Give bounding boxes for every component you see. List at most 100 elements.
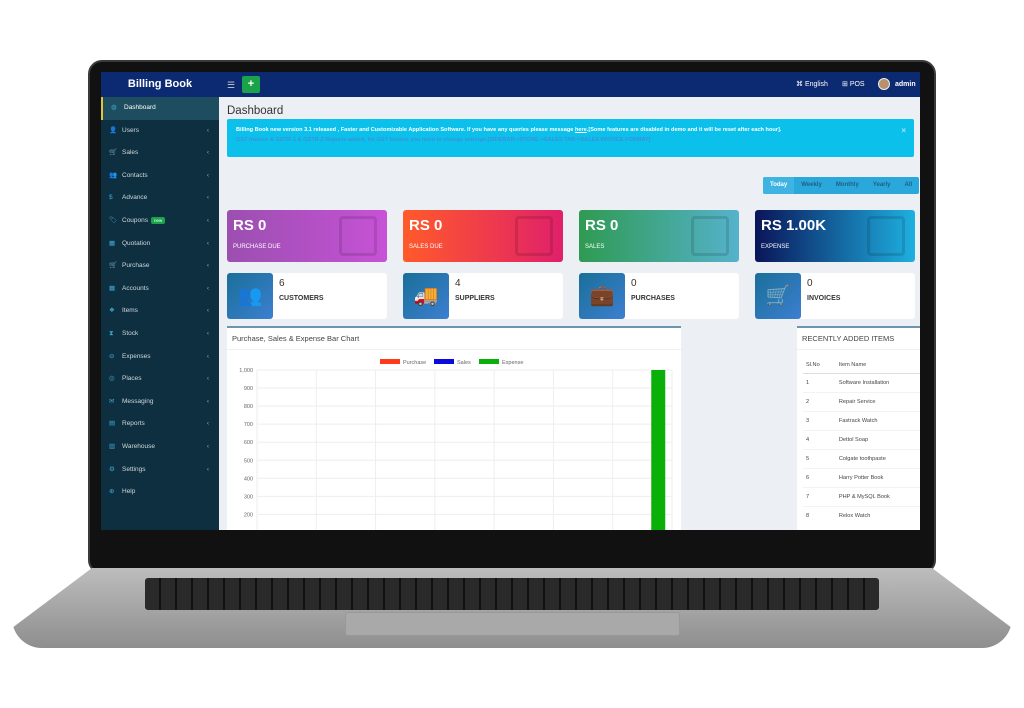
sidebar-item-coupons[interactable]: 🏷 Coupons new ‹ — [101, 210, 219, 233]
building-icon: ▥ — [109, 442, 116, 450]
table-cell: Fastrack Watch — [835, 411, 920, 431]
close-icon[interactable]: × — [901, 126, 906, 135]
stat-card-sales[interactable]: RS 0 SALES — [579, 210, 739, 262]
chevron-left-icon: ‹ — [206, 329, 209, 337]
legend-swatch-expense — [479, 359, 499, 364]
sidebar-item-reports[interactable]: ▤ Reports ‹ — [101, 413, 219, 436]
info-label: PURCHASES — [631, 295, 675, 302]
stat-card-purchase-due[interactable]: RS 0 PURCHASE DUE — [227, 210, 387, 262]
legend-label: Expense — [502, 360, 523, 366]
sidebar-item-accounts[interactable]: ▦ Accounts ‹ — [101, 278, 219, 301]
sidebar-item-contacts[interactable]: 👥 Contacts ‹ — [101, 165, 219, 188]
column-header: Item Name — [835, 357, 920, 374]
info-box-purchases[interactable]: 💼 0 PURCHASES — [579, 273, 739, 319]
sidebar-item-purchase[interactable]: 🛒 Purchase ‹ — [101, 255, 219, 278]
alert-text-gst: GST Invoice & GSTR-1 & GSTR-2 Reports ad… — [236, 137, 651, 143]
sidebar-item-items[interactable]: ❖ Items ‹ — [101, 300, 219, 323]
stat-value: RS 1.00K — [761, 217, 827, 234]
chevron-left-icon: ‹ — [206, 216, 209, 224]
sidebar-item-label: Help — [122, 488, 136, 496]
table-cell: 5 — [803, 449, 836, 469]
user-menu[interactable]: admin — [878, 72, 916, 97]
dollar-icon: $ — [109, 194, 113, 202]
table-row: 4Dettol SoapRs 22.00 — [803, 430, 920, 450]
stat-value: RS 0 — [409, 217, 443, 234]
y-tick-label: 300 — [244, 494, 253, 500]
column-header: Sl.No — [803, 357, 836, 374]
sidebar-item-expenses[interactable]: ⊖ Expenses ‹ — [101, 346, 219, 369]
sidebar-item-label: Users — [122, 126, 139, 134]
stat-card-expense[interactable]: RS 1.00K EXPENSE — [755, 210, 915, 262]
sidebar-item-settings[interactable]: ⚙ Settings ‹ — [101, 459, 219, 482]
tab-weekly[interactable]: Weekly — [794, 177, 829, 194]
sidebar-item-stock[interactable]: ⧗ Stock ‹ — [101, 323, 219, 346]
sidebar-item-places[interactable]: ◎ Places ‹ — [101, 368, 219, 391]
info-box-invoices[interactable]: 🛒 0 INVOICES — [755, 273, 915, 319]
stat-card-sales-due[interactable]: RS 0 SALES DUE — [403, 210, 563, 262]
sidebar-item-help[interactable]: ⊕ Help — [101, 481, 219, 504]
table-row: 7PHP & MySQL BookRs 1,980.00 — [803, 487, 920, 507]
table-row: 8Relox WatchRs 27,500.00 — [803, 506, 920, 526]
sidebar-item-label: Sales — [122, 149, 139, 157]
envelope-icon: ✉ — [109, 397, 115, 405]
bars-icon[interactable]: ☰ — [227, 80, 235, 91]
y-tick-label: 800 — [244, 404, 253, 410]
info-label: CUSTOMERS — [279, 295, 324, 302]
sidebar-item-users[interactable]: 👤 Users ‹ — [101, 120, 219, 143]
bar-expense — [651, 370, 666, 530]
info-box-suppliers[interactable]: 🚚 4 SUPPLIERS — [403, 273, 563, 319]
sidebar-item-label: Contacts — [122, 171, 148, 179]
table-cell: 1 — [803, 373, 836, 393]
avatar — [878, 78, 890, 91]
tab-yearly[interactable]: Yearly — [866, 177, 898, 194]
table-cell: 6 — [803, 468, 836, 488]
cubes-icon: ❖ — [109, 307, 115, 315]
legend-swatch-purchase — [380, 359, 400, 364]
info-box-customers[interactable]: 👥 6 CUSTOMERS — [227, 273, 387, 319]
y-tick-label: 200 — [244, 512, 253, 518]
recent-items-title: RECENTLY ADDED ITEMS — [797, 328, 920, 350]
table-row: 5Colgate toothpasteRs 110.00 — [803, 449, 920, 469]
add-button[interactable]: + — [242, 76, 260, 93]
pos-button[interactable]: ⊞ POS — [842, 72, 865, 97]
stat-value: RS 0 — [233, 217, 267, 234]
brand-logo[interactable]: Billing Book — [101, 72, 219, 97]
sidebar-item-label: Purchase — [122, 262, 150, 270]
info-label: INVOICES — [807, 295, 841, 302]
hourglass-icon: ⧗ — [109, 329, 114, 337]
y-tick-label: 600 — [244, 440, 253, 446]
sidebar-item-label: Reports — [122, 420, 145, 428]
table-cell: 4 — [803, 430, 836, 450]
language-label: English — [804, 81, 828, 88]
sidebar-item-messaging[interactable]: ✉ Messaging ‹ — [101, 391, 219, 414]
sidebar-item-label: Expenses — [122, 352, 151, 360]
table-icon: ▦ — [109, 284, 116, 292]
period-tabs: Today Weekly Monthly Yearly All — [763, 177, 920, 194]
users-icon: 👥 — [109, 171, 118, 179]
sidebar-item-warehouse[interactable]: ▥ Warehouse ‹ — [101, 436, 219, 459]
table-row: 1Software InstallationRs 600.00 — [803, 373, 920, 393]
tab-all[interactable]: All — [898, 177, 920, 194]
sidebar-item-sales[interactable]: 🛒 Sales ‹ — [101, 142, 219, 165]
screen: Billing Book ☰ + ⌘ English ⊞ POS admin ◍… — [101, 72, 920, 530]
sidebar-item-advance[interactable]: $ Advance ‹ — [101, 187, 219, 210]
plus-square-icon: ⊞ — [842, 81, 850, 88]
sidebar-item-label: Accounts — [122, 284, 149, 292]
chevron-left-icon: ‹ — [206, 465, 209, 473]
sidebar-item-quotation[interactable]: ▦ Quotation ‹ — [101, 233, 219, 256]
tab-monthly[interactable]: Monthly — [829, 177, 866, 194]
language-selector[interactable]: ⌘ English — [796, 72, 828, 97]
sidebar-item-dashboard[interactable]: ◍ Dashboard — [101, 97, 219, 120]
sidebar-item-label: Settings — [122, 465, 146, 473]
sidebar-item-label: Messaging — [122, 397, 154, 405]
tab-today[interactable]: Today — [763, 177, 795, 194]
chevron-left-icon: ‹ — [206, 397, 209, 405]
bar-chart-icon: ▤ — [109, 420, 116, 428]
dashboard-icon: ◍ — [111, 104, 117, 111]
language-icon: ⌘ — [796, 81, 805, 88]
tag-icon: 🏷 — [109, 216, 118, 224]
info-count: 0 — [631, 278, 637, 289]
table-row: 2Repair ServiceRs 525.00 — [803, 392, 920, 412]
chevron-left-icon: ‹ — [206, 307, 209, 315]
alert-link[interactable]: here — [575, 127, 587, 133]
